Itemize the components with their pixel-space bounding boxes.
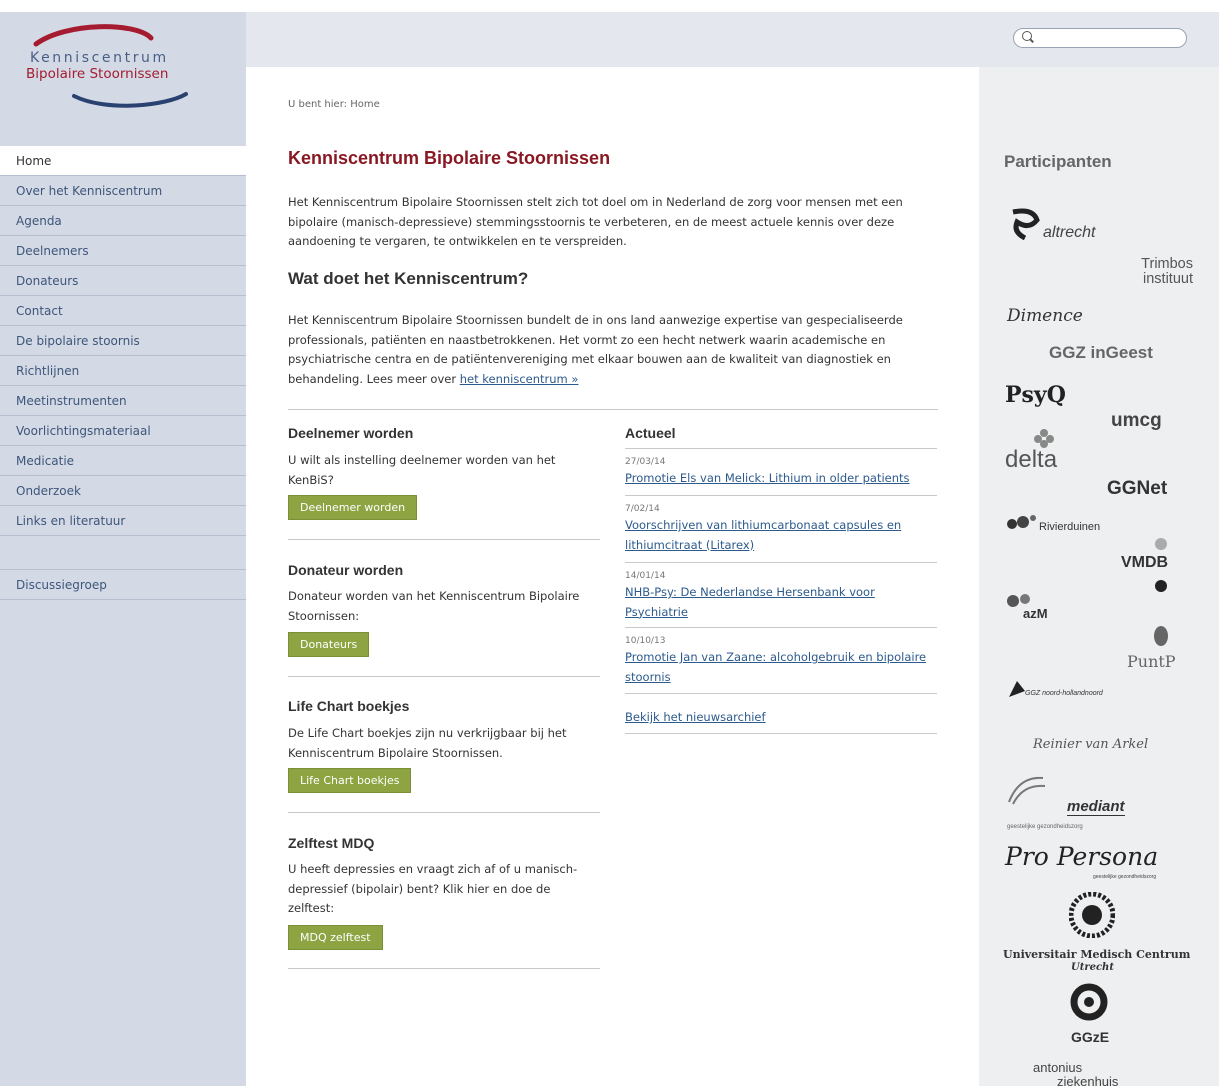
divider [625, 693, 937, 694]
vmdb-dots-icon [1155, 538, 1167, 592]
participant-logos: altrecht Trimbos instituut Dimence GGZ i… [1003, 202, 1213, 1089]
search-icon [1022, 31, 1032, 41]
participants-title: Participanten [1004, 152, 1112, 171]
divider [288, 409, 938, 410]
rivierduinen-dots-icon [1007, 515, 1036, 529]
news-link[interactable]: Voorschrijven van lithiumcarbonaat capsu… [625, 516, 937, 555]
logo-umcu[interactable]: Universitair Medisch Centrum [1003, 948, 1190, 961]
news-link[interactable]: Promotie Els van Melick: Lithium in olde… [625, 469, 937, 489]
news-date: 10/10/13 [625, 636, 666, 646]
search-bar [979, 12, 1219, 67]
nav-item-over[interactable]: Over het Kenniscentrum [0, 176, 246, 206]
logo-antonius[interactable]: antonius [1033, 1060, 1082, 1075]
logo-altrecht[interactable]: altrecht [1043, 224, 1095, 242]
box-text-donateur: Donateur worden van het Kenniscentrum Bi… [288, 589, 580, 623]
box-text-deelnemer: U wilt als instelling deelnemer worden v… [288, 453, 556, 487]
header-bar [246, 12, 979, 67]
divider [625, 448, 937, 449]
participants-column: Participanten altrecht Trimbos instituut… [979, 12, 1219, 1089]
link-het-kenniscentrum[interactable]: het kenniscentrum » [460, 372, 579, 386]
main-nav: Home Over het Kenniscentrum Agenda Deeln… [0, 146, 260, 600]
logo-delta[interactable]: delta [1005, 446, 1057, 474]
puntp-leaf-icon [1154, 626, 1168, 646]
news-date: 27/03/14 [625, 457, 666, 467]
logo-trimbos[interactable]: Trimbos instituut [1113, 257, 1193, 287]
divider [625, 627, 937, 628]
search-input[interactable] [1013, 28, 1187, 48]
news-date: 7/02/14 [625, 504, 660, 514]
news-title: Actueel [625, 425, 676, 441]
divider [625, 562, 937, 563]
mdq-zelftest-button[interactable]: MDQ zelftest [288, 925, 383, 950]
logo-azm[interactable]: azM [1023, 606, 1048, 621]
page-title: Kenniscentrum Bipolaire Stoornissen [288, 148, 611, 168]
sidebar: Kenniscentrum Bipolaire Stoornissen Home… [0, 12, 260, 1086]
nav-spacer [0, 536, 246, 570]
logo-line1: Kenniscentrum [30, 50, 169, 66]
logo-ggz-nhn[interactable]: GGZ noord-hollandnoord [1025, 690, 1103, 697]
nav-item-medicatie[interactable]: Medicatie [0, 446, 246, 476]
logo-umcg[interactable]: umcg [1111, 410, 1162, 432]
nav-item-deelnemers[interactable]: Deelnemers [0, 236, 246, 266]
nav-item-links[interactable]: Links en literatuur [0, 506, 246, 536]
logo-mediant-sub: geestelijke gezondheidszorg [1007, 824, 1083, 830]
logo-mediant[interactable]: mediant [1067, 798, 1125, 816]
logo-line2: Bipolaire Stoornissen [26, 66, 169, 82]
news-archive-link[interactable]: Bekijk het nieuwsarchief [625, 708, 937, 728]
nav-item-contact[interactable]: Contact [0, 296, 246, 326]
altrecht-logo-icon [1012, 208, 1040, 240]
logo-umcu-city: Utrecht [1071, 962, 1114, 973]
divider [288, 676, 600, 677]
logo-ggze[interactable]: GGzE [1071, 1029, 1109, 1045]
deelnemer-worden-button[interactable]: Deelnemer worden [288, 495, 418, 520]
divider [288, 812, 600, 813]
intro-text: Het Kenniscentrum Bipolaire Stoornissen … [288, 195, 903, 248]
divider [288, 539, 600, 540]
nav-item-onderzoek[interactable]: Onderzoek [0, 476, 246, 506]
nav-item-richtlijnen[interactable]: Richtlijnen [0, 356, 246, 386]
umcu-seal-icon [1069, 892, 1115, 938]
site-logo[interactable]: Kenniscentrum Bipolaire Stoornissen [26, 20, 196, 110]
nav-item-donateurs[interactable]: Donateurs [0, 266, 246, 296]
donateurs-button[interactable]: Donateurs [288, 632, 370, 657]
life-chart-button[interactable]: Life Chart boekjes [288, 768, 412, 793]
section-title-what: Wat doet het Kenniscentrum? [288, 269, 529, 288]
logo-pro-persona-sub: geestelijke gezondheidszorg [1093, 874, 1157, 880]
mediant-swirl-icon [1008, 776, 1046, 805]
logo-ggnet[interactable]: GGNet [1107, 478, 1167, 500]
breadcrumb: U bent hier: Home [288, 99, 380, 110]
logo-pro-persona[interactable]: Pro Persona [1005, 842, 1158, 871]
news-link[interactable]: NHB-Psy: De Nederlandse Hersenbank voor … [625, 583, 937, 622]
logo-reinier-van-arkel[interactable]: Reinier van Arkel [1033, 737, 1148, 752]
nav-item-bipolaire-stoornis[interactable]: De bipolaire stoornis [0, 326, 246, 356]
divider [288, 968, 600, 969]
nav-item-voorlichtingsmateriaal[interactable]: Voorlichtingsmateriaal [0, 416, 246, 446]
box-title-zelftest: Zelftest MDQ [288, 835, 375, 851]
box-title-lifechart: Life Chart boekjes [288, 698, 410, 714]
nav-item-home[interactable]: Home [0, 146, 260, 176]
divider [625, 733, 937, 734]
box-title-deelnemer: Deelnemer worden [288, 425, 414, 441]
ggze-ring-icon [1070, 983, 1108, 1021]
divider [625, 495, 937, 496]
what-paragraph: Het Kenniscentrum Bipolaire Stoornissen … [288, 313, 903, 386]
logo-puntp[interactable]: PuntP [1127, 652, 1176, 671]
what-text: Het Kenniscentrum Bipolaire Stoornissen … [288, 311, 938, 389]
nav-item-meetinstrumenten[interactable]: Meetinstrumenten [0, 386, 246, 416]
nav-item-discussiegroep[interactable]: Discussiegroep [0, 570, 246, 600]
logo-psyq[interactable]: PsyQ [1005, 382, 1066, 408]
logo-rivierduinen[interactable]: Rivierduinen [1039, 521, 1100, 533]
logo-antonius-sub: ziekenhuis [1057, 1074, 1119, 1089]
ggz-nhn-icon [1009, 681, 1025, 697]
logo-ggz-ingeest[interactable]: GGZ inGeest [1049, 343, 1153, 363]
box-text-lifechart: De Life Chart boekjes zijn nu verkrijgba… [288, 726, 567, 760]
nav-item-agenda[interactable]: Agenda [0, 206, 246, 236]
box-title-donateur: Donateur worden [288, 562, 404, 578]
box-text-zelftest: U heeft depressies en vraagt zich af of … [288, 862, 578, 915]
news-date: 14/01/14 [625, 571, 666, 581]
logo-dimence[interactable]: Dimence [1007, 306, 1083, 326]
news-link[interactable]: Promotie Jan van Zaane: alcoholgebruik e… [625, 648, 937, 687]
